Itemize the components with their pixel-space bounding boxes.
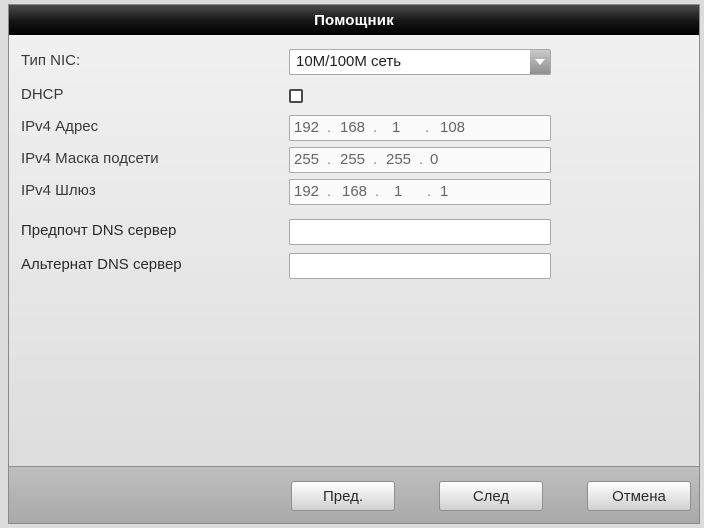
- prev-button[interactable]: Пред.: [291, 481, 395, 511]
- ipv4-address-octet-2[interactable]: 168: [340, 119, 365, 136]
- ipv4-address-octet-3[interactable]: 1: [392, 119, 400, 136]
- ipv4-gateway-label: IPv4 Шлюз: [21, 182, 96, 199]
- dhcp-checkbox[interactable]: [289, 89, 303, 103]
- chevron-down-icon[interactable]: [530, 50, 550, 74]
- ipv4-gateway-octet-1[interactable]: 192: [294, 183, 319, 200]
- ipv4-mask-label: IPv4 Маска подсети: [21, 150, 159, 167]
- ipv4-mask-dot: .: [419, 151, 424, 168]
- ipv4-address-dot: .: [373, 119, 378, 136]
- dhcp-row: DHCP: [9, 83, 699, 109]
- ipv4-address-octet-1[interactable]: 192: [294, 119, 319, 136]
- ipv4-mask-field[interactable]: 255 . 255 . 255 . 0: [289, 147, 551, 173]
- ipv4-address-field[interactable]: 192 . 168 . 1 . 108: [289, 115, 551, 141]
- ipv4-mask-octet-4[interactable]: 0: [430, 151, 438, 168]
- nic-type-row: Тип NIC: 10M/100M сеть: [9, 49, 699, 75]
- ipv4-address-dot: .: [327, 119, 332, 136]
- alternate-dns-row: Альтернат DNS сервер: [9, 253, 699, 279]
- alternate-dns-label: Альтернат DNS сервер: [21, 256, 182, 273]
- ipv4-mask-octet-2[interactable]: 255: [340, 151, 365, 168]
- nic-type-select[interactable]: 10M/100M сеть: [289, 49, 551, 75]
- ipv4-mask-row: IPv4 Маска подсети 255 . 255 . 255 . 0: [9, 147, 699, 173]
- ipv4-gateway-field[interactable]: 192 . 168 . 1 . 1: [289, 179, 551, 205]
- ipv4-address-label: IPv4 Адрес: [21, 118, 99, 135]
- alternate-dns-field[interactable]: [289, 253, 551, 279]
- dialog-footer: Пред. След Отмена: [9, 466, 699, 523]
- nic-type-value: 10M/100M сеть: [296, 53, 402, 70]
- ipv4-mask-octet-1[interactable]: 255: [294, 151, 319, 168]
- ipv4-mask-octet-3[interactable]: 255: [386, 151, 411, 168]
- ipv4-gateway-octet-2[interactable]: 168: [342, 183, 367, 200]
- ipv4-address-octet-4[interactable]: 108: [440, 119, 465, 136]
- dialog-title: Помощник: [9, 5, 699, 35]
- ipv4-address-dot: .: [425, 119, 430, 136]
- preferred-dns-row: Предпочт DNS сервер: [9, 219, 699, 245]
- ipv4-address-row: IPv4 Адрес 192 . 168 . 1 . 108: [9, 115, 699, 141]
- ipv4-mask-dot: .: [373, 151, 378, 168]
- cancel-button[interactable]: Отмена: [587, 481, 691, 511]
- next-button[interactable]: След: [439, 481, 543, 511]
- preferred-dns-label: Предпочт DNS сервер: [21, 222, 177, 239]
- ipv4-gateway-octet-4[interactable]: 1: [440, 183, 448, 200]
- ipv4-gateway-dot: .: [327, 183, 332, 200]
- nic-type-label: Тип NIC:: [21, 52, 81, 69]
- setup-wizard-dialog: Помощник Тип NIC: 10M/100M сеть DHCP IPv…: [8, 4, 700, 524]
- dhcp-label: DHCP: [21, 86, 64, 103]
- ipv4-gateway-dot: .: [375, 183, 380, 200]
- ipv4-gateway-row: IPv4 Шлюз 192 . 168 . 1 . 1: [9, 179, 699, 205]
- ipv4-gateway-dot: .: [427, 183, 432, 200]
- ipv4-gateway-octet-3[interactable]: 1: [394, 183, 402, 200]
- ipv4-mask-dot: .: [327, 151, 332, 168]
- preferred-dns-field[interactable]: [289, 219, 551, 245]
